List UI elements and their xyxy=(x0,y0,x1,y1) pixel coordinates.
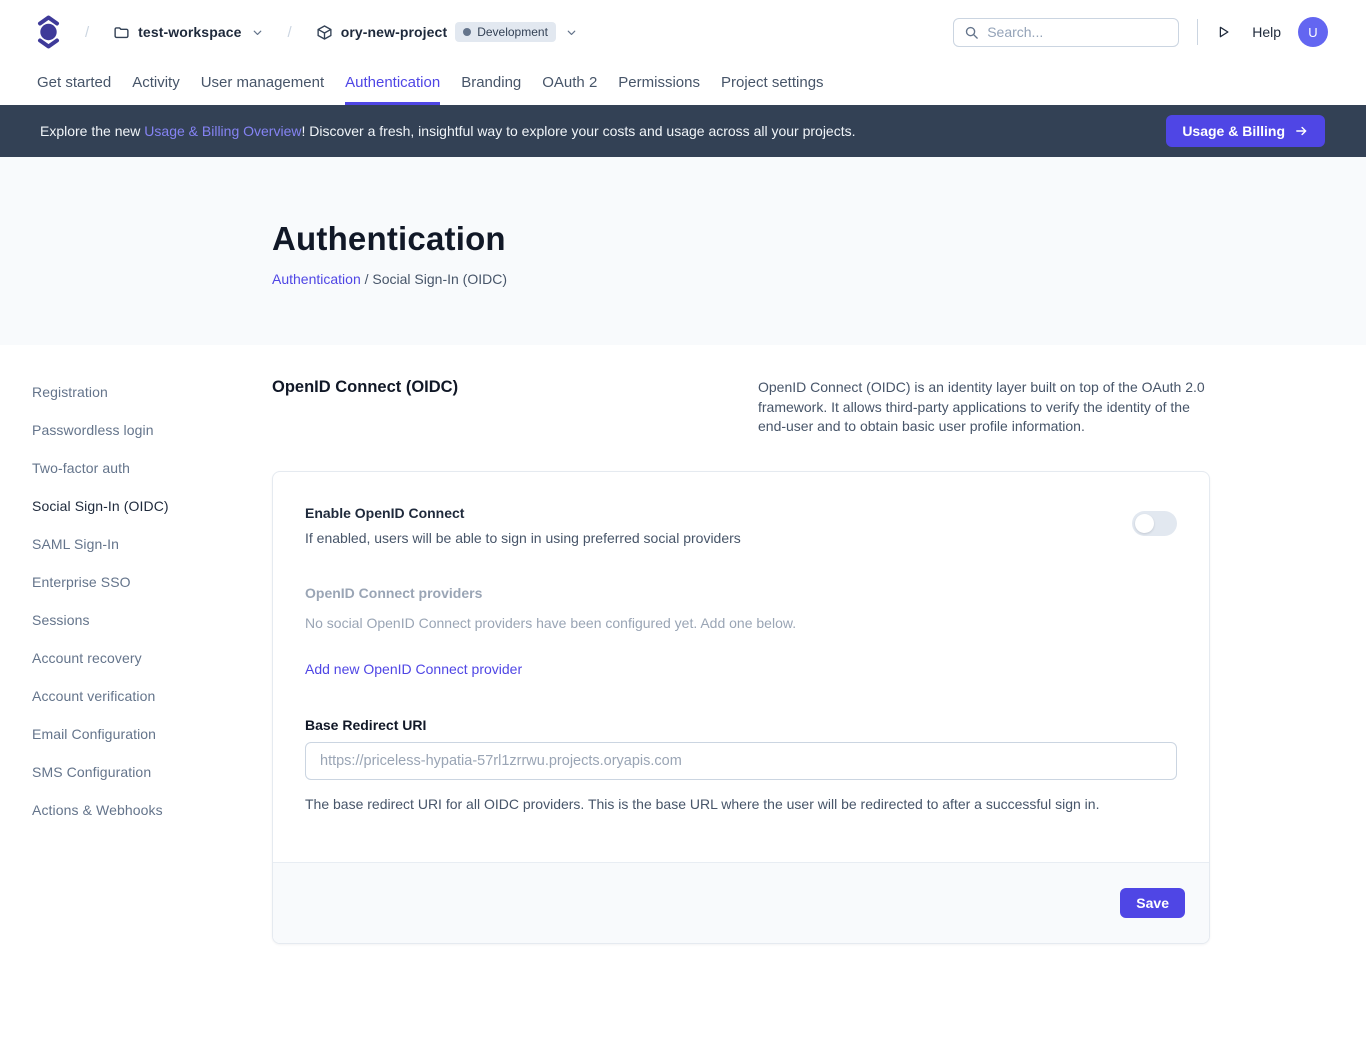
sidebar-item-passwordless-login[interactable]: Passwordless login xyxy=(32,416,242,444)
oidc-settings-section: OpenID Connect (OIDC) OpenID Connect (OI… xyxy=(272,345,1210,944)
workspace-name: test-workspace xyxy=(138,24,241,40)
add-provider-link[interactable]: Add new OpenID Connect provider xyxy=(305,661,522,677)
page-hero: Authentication Authentication / Social S… xyxy=(0,157,1366,345)
oidc-card-body: Enable OpenID Connect If enabled, users … xyxy=(273,472,1209,862)
breadcrumb-separator: / xyxy=(85,24,89,41)
base-redirect-uri-input[interactable] xyxy=(305,742,1177,780)
enable-oidc-description: If enabled, users will be able to sign i… xyxy=(305,530,741,546)
search-box[interactable] xyxy=(953,18,1179,47)
page-title: Authentication xyxy=(272,220,1366,258)
oidc-settings-card: Enable OpenID Connect If enabled, users … xyxy=(272,471,1210,944)
project-nav-tabs: Get started Activity User management Aut… xyxy=(0,64,1366,105)
workspace-selector[interactable]: test-workspace xyxy=(113,24,263,41)
environment-badge-label: Development xyxy=(477,25,548,39)
settings-side-nav: Registration Passwordless login Two-fact… xyxy=(32,378,242,834)
toggle-knob xyxy=(1135,514,1154,533)
chevron-down-icon xyxy=(565,26,578,39)
usage-billing-overview-link[interactable]: Usage & Billing Overview xyxy=(144,123,301,139)
providers-empty-text: No social OpenID Connect providers have … xyxy=(305,615,1177,631)
save-button[interactable]: Save xyxy=(1120,888,1185,918)
project-selector[interactable]: ory-new-project Development xyxy=(316,22,578,42)
sidebar-item-email-configuration[interactable]: Email Configuration xyxy=(32,720,242,748)
tab-branding[interactable]: Branding xyxy=(461,64,521,105)
usage-billing-banner: Explore the new Usage & Billing Overview… xyxy=(0,105,1366,157)
enable-oidc-row: Enable OpenID Connect If enabled, users … xyxy=(305,505,1177,546)
enable-oidc-toggle[interactable] xyxy=(1132,511,1177,536)
package-icon xyxy=(316,24,333,41)
card-footer: Save xyxy=(273,862,1209,943)
tab-get-started[interactable]: Get started xyxy=(37,64,111,105)
sidebar-item-two-factor-auth[interactable]: Two-factor auth xyxy=(32,454,242,482)
sidebar-item-social-sign-in[interactable]: Social Sign-In (OIDC) xyxy=(32,492,242,520)
help-link[interactable]: Help xyxy=(1252,24,1281,40)
top-bar: / test-workspace / ory-new-project Devel… xyxy=(0,0,1366,64)
environment-badge: Development xyxy=(455,22,556,42)
base-redirect-uri-help: The base redirect URI for all OIDC provi… xyxy=(305,796,1177,812)
providers-list-label: OpenID Connect providers xyxy=(305,585,1177,601)
tab-user-management[interactable]: User management xyxy=(201,64,324,105)
breadcrumb-separator: / xyxy=(288,24,292,41)
tab-permissions[interactable]: Permissions xyxy=(618,64,700,105)
sidebar-item-registration[interactable]: Registration xyxy=(32,378,242,406)
section-title: OpenID Connect (OIDC) xyxy=(272,378,458,397)
sidebar-item-enterprise-sso[interactable]: Enterprise SSO xyxy=(32,568,242,596)
tab-activity[interactable]: Activity xyxy=(132,64,180,105)
search-input[interactable] xyxy=(987,24,1168,40)
sidebar-item-sms-configuration[interactable]: SMS Configuration xyxy=(32,758,242,786)
project-name: ory-new-project xyxy=(341,24,448,40)
ory-logo[interactable] xyxy=(36,14,61,50)
environment-dot-icon xyxy=(463,28,471,36)
breadcrumb: Authentication / Social Sign-In (OIDC) xyxy=(272,271,1366,287)
breadcrumb-current: Social Sign-In (OIDC) xyxy=(372,271,507,287)
breadcrumb-authentication-link[interactable]: Authentication xyxy=(272,271,361,287)
enable-oidc-label: Enable OpenID Connect xyxy=(305,505,741,521)
section-header: OpenID Connect (OIDC) OpenID Connect (OI… xyxy=(272,378,1210,437)
sidebar-item-account-recovery[interactable]: Account recovery xyxy=(32,644,242,672)
sidebar-item-actions-webhooks[interactable]: Actions & Webhooks xyxy=(32,796,242,824)
arrow-right-icon xyxy=(1294,124,1309,138)
sidebar-item-sessions[interactable]: Sessions xyxy=(32,606,242,634)
header-divider xyxy=(1197,19,1198,45)
tab-oauth2[interactable]: OAuth 2 xyxy=(542,64,597,105)
folder-icon xyxy=(113,24,130,41)
chevron-down-icon xyxy=(251,26,264,39)
play-icon[interactable] xyxy=(1216,24,1231,40)
user-avatar[interactable]: U xyxy=(1298,17,1328,47)
usage-billing-button[interactable]: Usage & Billing xyxy=(1166,115,1325,147)
base-redirect-uri-label: Base Redirect URI xyxy=(305,717,1177,733)
tab-project-settings[interactable]: Project settings xyxy=(721,64,824,105)
tab-authentication[interactable]: Authentication xyxy=(345,64,440,105)
sidebar-item-account-verification[interactable]: Account verification xyxy=(32,682,242,710)
section-description: OpenID Connect (OIDC) is an identity lay… xyxy=(758,378,1210,437)
banner-text: Explore the new Usage & Billing Overview… xyxy=(40,123,856,139)
search-icon xyxy=(964,25,979,40)
sidebar-item-saml-sign-in[interactable]: SAML Sign-In xyxy=(32,530,242,558)
main-content: Registration Passwordless login Two-fact… xyxy=(0,345,1366,1038)
